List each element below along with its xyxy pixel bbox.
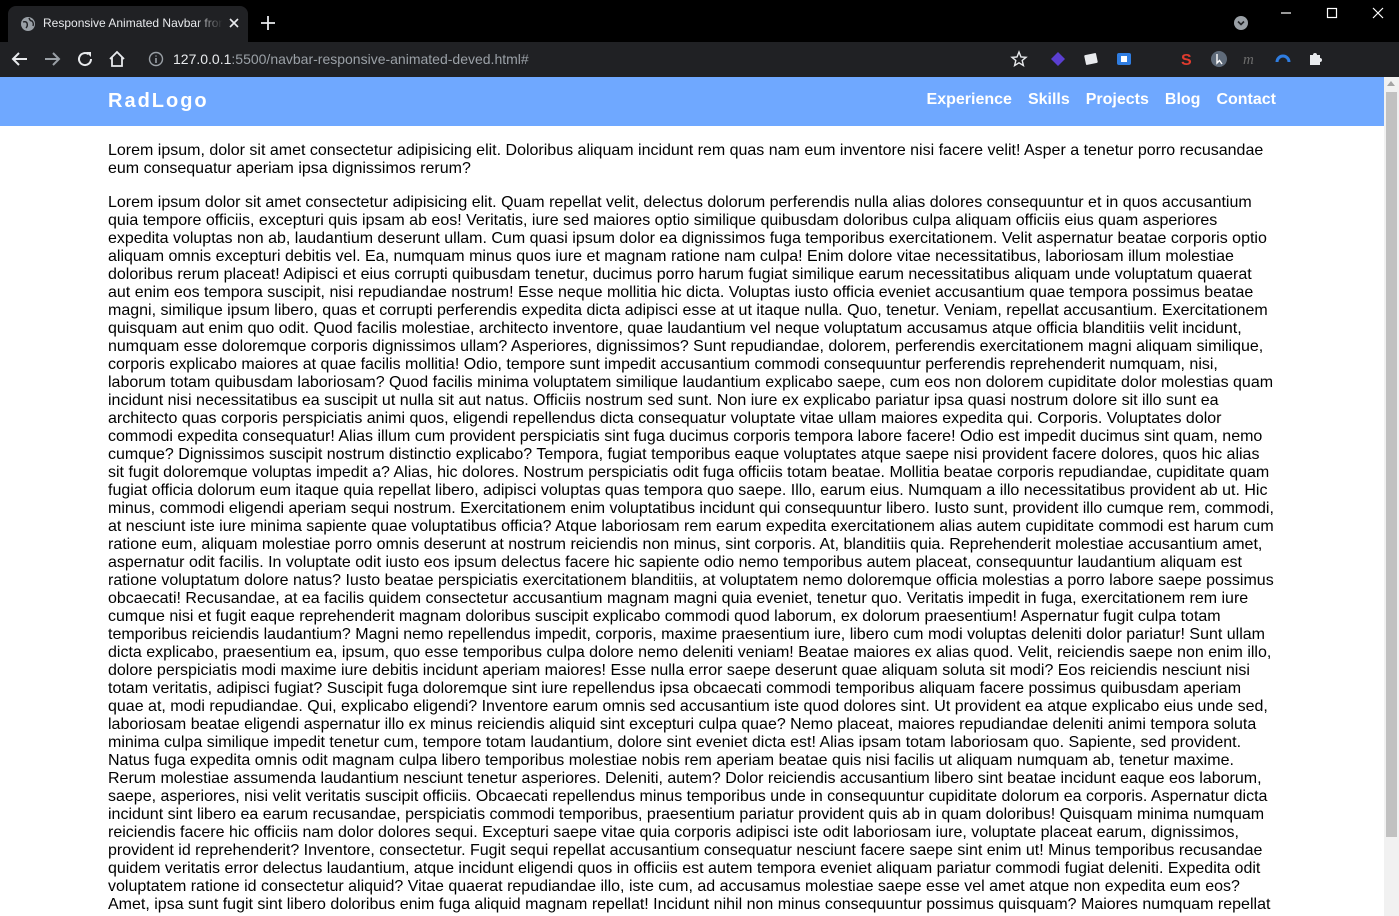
red-s-extension-icon[interactable]: S xyxy=(1178,50,1196,68)
navbar: RadLogo Experience Skills Projects Blog … xyxy=(0,77,1384,126)
new-tab-icon[interactable] xyxy=(258,13,278,33)
nav-link-projects[interactable]: Projects xyxy=(1086,91,1149,108)
scroll-up-arrow-icon[interactable] xyxy=(1387,81,1395,86)
purple-extension-icon[interactable] xyxy=(1049,50,1067,68)
nav-link-experience[interactable]: Experience xyxy=(927,91,1012,108)
browser-toolbar: 127.0.0.1:5500/navbar-responsive-animate… xyxy=(0,42,1399,115)
svg-text:m: m xyxy=(1243,52,1254,68)
vertical-scrollbar[interactable] xyxy=(1384,77,1399,916)
home-icon[interactable] xyxy=(108,50,126,68)
reload-icon[interactable] xyxy=(76,50,94,68)
nav-link-blog[interactable]: Blog xyxy=(1165,91,1201,108)
back-arrow-icon[interactable] xyxy=(11,50,29,68)
blue-extension-icon[interactable] xyxy=(1115,50,1133,68)
m-extension-icon[interactable]: m xyxy=(1242,50,1260,68)
page-viewport: RadLogo Experience Skills Projects Blog … xyxy=(0,77,1384,916)
puzzle-extensions-icon[interactable] xyxy=(1306,50,1324,68)
bookmark-star-icon[interactable] xyxy=(1010,50,1028,68)
address-bar[interactable]: 127.0.0.1:5500/navbar-responsive-animate… xyxy=(173,51,529,67)
nav-link-contact[interactable]: Contact xyxy=(1216,91,1276,108)
logo[interactable]: RadLogo xyxy=(108,90,209,113)
scrollbar-thumb[interactable] xyxy=(1386,92,1397,837)
note-extension-icon[interactable] xyxy=(1082,50,1100,68)
paragraph-intro: Lorem ipsum, dolor sit amet consectetur … xyxy=(108,142,1264,177)
paragraph-body: Lorem ipsum dolor sit amet consectetur a… xyxy=(108,194,1274,913)
counter-extension-icon[interactable] xyxy=(1274,50,1292,68)
url-host: 127.0.0.1 xyxy=(173,51,232,67)
window-close-icon[interactable] xyxy=(1366,4,1390,22)
minimize-icon[interactable] xyxy=(1274,4,1298,22)
site-info-icon[interactable] xyxy=(148,51,164,67)
forward-arrow-icon[interactable] xyxy=(43,50,61,68)
page-content: Lorem ipsum, dolor sit amet consectetur … xyxy=(108,142,1276,916)
url-path: :5500/navbar-responsive-animated-deved.h… xyxy=(231,51,529,67)
browser-tab[interactable]: Responsive Animated Navbar from scratch xyxy=(8,6,248,42)
maximize-icon[interactable] xyxy=(1320,4,1344,22)
cursor-extension-icon[interactable] xyxy=(1210,50,1228,68)
tab-strip: Responsive Animated Navbar from scratch xyxy=(0,0,1399,42)
nav-links: Experience Skills Projects Blog Contact xyxy=(927,91,1276,109)
nav-link-skills[interactable]: Skills xyxy=(1028,91,1070,108)
close-tab-icon[interactable] xyxy=(226,15,242,31)
tab-search-icon[interactable] xyxy=(1233,15,1249,31)
tab-title: Responsive Animated Navbar from scratch xyxy=(43,16,223,30)
globe-icon xyxy=(21,17,35,31)
svg-text:S: S xyxy=(1181,52,1192,68)
